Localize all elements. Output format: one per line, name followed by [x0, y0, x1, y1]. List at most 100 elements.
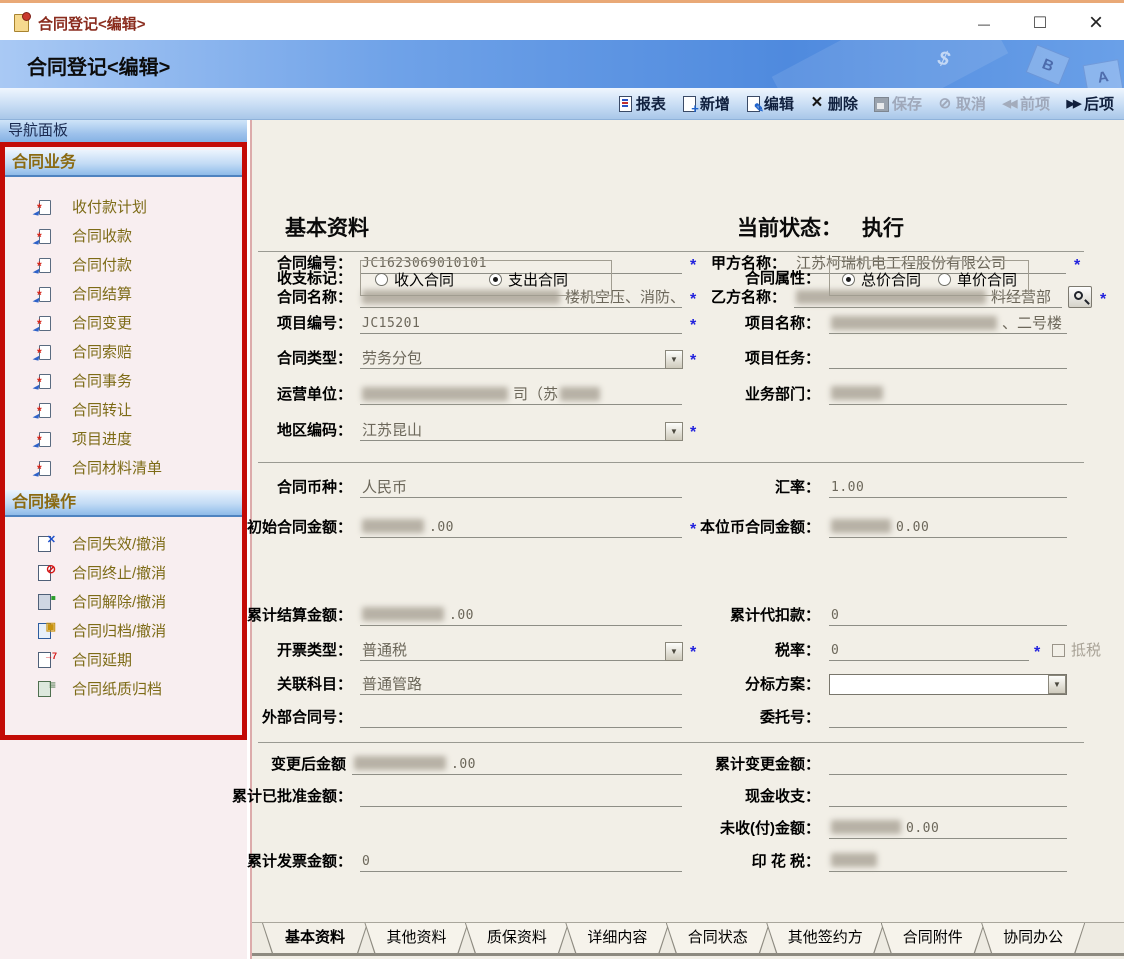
radio-total-price-contract[interactable]: 总价合同 — [842, 269, 921, 290]
redacted-text — [831, 820, 901, 834]
save-button[interactable]: 保存 — [873, 93, 922, 114]
party-b-lookup-button[interactable] — [1068, 286, 1092, 308]
sidebar-item-material-list[interactable]: 合同材料清单 — [5, 454, 242, 483]
radio-icon — [375, 273, 388, 286]
withhold-field[interactable]: 0 — [829, 606, 1067, 626]
project-task-label: 项目任务： — [745, 349, 820, 369]
report-button[interactable]: 报表 — [617, 93, 666, 114]
chevron-down-icon[interactable] — [1048, 675, 1066, 694]
divider — [258, 251, 1084, 252]
sidebar-item-contract-claim[interactable]: 合同索赔 — [5, 338, 242, 367]
project-name-field[interactable]: 、二号楼 — [829, 314, 1067, 334]
redacted-text — [560, 387, 600, 401]
init-amount-field[interactable]: .00 — [360, 518, 682, 538]
tax-rate-field[interactable]: 0 — [829, 641, 1029, 661]
stamp-tax-field[interactable] — [829, 852, 1067, 872]
doc-icon — [39, 258, 51, 273]
sidebar-item-contract-payment[interactable]: 合同付款 — [5, 251, 242, 280]
biz-dept-field[interactable] — [829, 385, 1067, 405]
window-title: 合同登记<编辑> — [38, 13, 146, 34]
ext-no-field[interactable] — [360, 708, 682, 728]
chevron-down-icon[interactable] — [665, 642, 683, 661]
rate-field[interactable]: 1.00 — [829, 478, 1067, 498]
sidebar-item-contract-rescind[interactable]: 合同解除/撤消 — [5, 588, 242, 617]
tab-contract-attachments[interactable]: 合同附件 — [881, 923, 985, 954]
current-status: 当前状态：执行 — [737, 212, 904, 242]
area-code-label: 地区编码： — [277, 421, 352, 441]
next-button[interactable]: ▶▶ 后项 — [1065, 93, 1114, 114]
cash-flow-field[interactable] — [829, 787, 1067, 807]
minimize-icon[interactable] — [956, 3, 1012, 43]
rel-subject-field[interactable]: 普通管路 — [360, 675, 682, 695]
contract-expire-icon — [37, 536, 53, 552]
contract-name-label: 合同名称： — [277, 288, 352, 308]
sidebar-item-contract-extend[interactable]: 合同延期 — [5, 646, 242, 675]
split-plan-combo[interactable] — [829, 674, 1067, 695]
sidebar-item-contract-change[interactable]: 合同变更 — [5, 309, 242, 338]
approved-total-field[interactable] — [360, 787, 682, 807]
project-task-field[interactable] — [829, 349, 1067, 369]
tab-contract-status[interactable]: 合同状态 — [666, 923, 770, 954]
sidebar-item-contract-archive[interactable]: 合同归档/撤消 — [5, 617, 242, 646]
doc-icon — [39, 229, 51, 244]
sidebar-item-contract-affairs[interactable]: 合同事务 — [5, 367, 242, 396]
changed-amount-field[interactable]: .00 — [352, 755, 682, 775]
required-marker: * — [690, 316, 696, 336]
attr-group: 总价合同 单价合同 — [829, 260, 1029, 296]
currency-field[interactable]: 人民币 — [360, 478, 682, 498]
entrust-no-label: 委托号： — [760, 708, 820, 728]
invoice-total-field[interactable]: 0 — [360, 852, 682, 872]
cancel-button[interactable]: ⊘ 取消 — [937, 93, 986, 114]
sidebar-item-contract-receipt[interactable]: 合同收款 — [5, 222, 242, 251]
tax-deduct-label: 抵税 — [1071, 641, 1101, 661]
tab-basic-info[interactable]: 基本资料 — [262, 923, 368, 954]
edit-icon — [745, 96, 761, 112]
sidebar-item-payment-plan[interactable]: 收付款计划 — [5, 193, 242, 222]
tab-warranty-info[interactable]: 质保资料 — [465, 923, 569, 954]
doc-icon — [39, 461, 51, 476]
tax-deduct-checkbox[interactable] — [1052, 644, 1065, 657]
entrust-no-field[interactable] — [829, 708, 1067, 728]
project-name-label: 项目名称： — [745, 314, 820, 334]
radio-unit-price-contract[interactable]: 单价合同 — [938, 269, 1017, 290]
tab-collaboration[interactable]: 协同办公 — [981, 923, 1085, 954]
tab-other-signers[interactable]: 其他签约方 — [766, 923, 884, 954]
close-icon[interactable] — [1068, 3, 1124, 43]
withhold-label: 累计代扣款： — [730, 606, 820, 626]
redacted-text — [362, 519, 424, 533]
project-no-field[interactable]: JC15201 — [360, 314, 682, 334]
sidebar-item-project-progress[interactable]: 项目进度 — [5, 425, 242, 454]
radio-income-contract[interactable]: 收入合同 — [375, 269, 454, 290]
previous-button[interactable]: ◀◀ 前项 — [1001, 93, 1050, 114]
doc-icon — [39, 432, 51, 447]
sidebar-item-contract-expire[interactable]: 合同失效/撤消 — [5, 530, 242, 559]
op-unit-field[interactable]: 司（苏 — [360, 385, 682, 405]
unpaid-field[interactable]: 0.00 — [829, 819, 1067, 839]
sidebar-item-contract-settlement[interactable]: 合同结算 — [5, 280, 242, 309]
radio-expense-contract[interactable]: 支出合同 — [489, 269, 568, 290]
contract-archive-icon — [37, 623, 53, 639]
change-total-label: 累计变更金额： — [715, 755, 820, 775]
base-amount-field[interactable]: 0.00 — [829, 518, 1067, 538]
delete-button[interactable]: × 删除 — [809, 93, 858, 114]
maximize-icon[interactable] — [1012, 3, 1068, 43]
area-code-combo[interactable]: 江苏昆山 — [360, 421, 682, 441]
chevron-down-icon[interactable] — [665, 350, 683, 369]
attr-label: 合同属性： — [745, 269, 820, 289]
sidebar-item-contract-transfer[interactable]: 合同转让 — [5, 396, 242, 425]
search-icon — [1074, 291, 1083, 300]
radio-selected-icon — [489, 273, 502, 286]
tab-detail-content[interactable]: 详细内容 — [565, 923, 669, 954]
new-button[interactable]: 新增 — [681, 93, 730, 114]
tab-other-info[interactable]: 其他资料 — [364, 923, 468, 954]
change-total-field[interactable] — [829, 755, 1067, 775]
sidebar-item-contract-terminate[interactable]: 合同终止/撤消 — [5, 559, 242, 588]
sidebar-item-paper-archive[interactable]: 合同纸质归档 — [5, 675, 242, 704]
edit-button[interactable]: 编辑 — [745, 93, 794, 114]
invoice-type-combo[interactable]: 普通税 — [360, 641, 682, 661]
chevron-down-icon[interactable] — [665, 422, 683, 441]
cash-flow-label: 现金收支： — [745, 787, 820, 807]
settle-amount-field[interactable]: .00 — [360, 606, 682, 626]
contract-type-combo[interactable]: 劳务分包 — [360, 349, 682, 369]
biz-dept-label: 业务部门： — [745, 385, 820, 405]
